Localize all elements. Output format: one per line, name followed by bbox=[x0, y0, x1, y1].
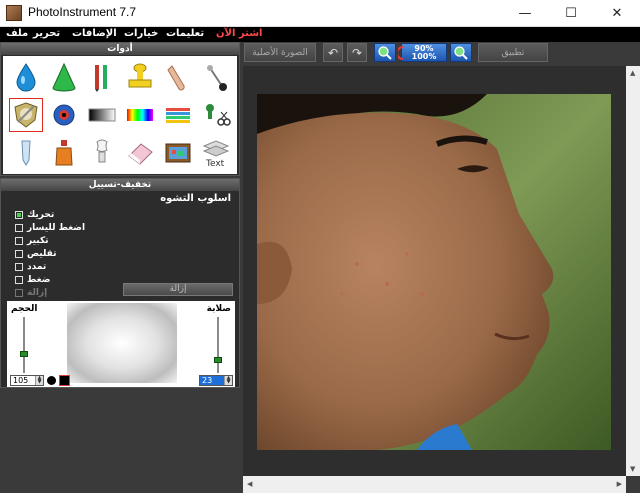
zoom-reset: 100% bbox=[411, 52, 437, 61]
scroll-right-icon[interactable]: ▶ bbox=[617, 480, 622, 488]
undo-button[interactable]: ↶ bbox=[323, 43, 343, 62]
light-bulb-icon[interactable] bbox=[85, 136, 119, 170]
maximize-button[interactable]: ☐ bbox=[548, 0, 594, 27]
zoom-in-icon[interactable] bbox=[374, 43, 396, 62]
hardness-slider[interactable] bbox=[217, 317, 219, 373]
size-slider[interactable] bbox=[23, 317, 25, 373]
text-layers-icon[interactable]: Text bbox=[199, 136, 233, 170]
spinner-arrows-icon[interactable]: ▲ ▼ bbox=[35, 376, 43, 385]
hardness-slider-thumb[interactable] bbox=[214, 357, 222, 363]
zoom-fit-icon[interactable] bbox=[398, 43, 404, 62]
apply-button[interactable]: تطبيق bbox=[478, 43, 548, 62]
window-title: PhotoInstrument 7.7 bbox=[28, 5, 137, 19]
title-bar: PhotoInstrument 7.7 — ☐ ✕ bbox=[0, 0, 640, 27]
params-panel-title: تخفيف-تسييل bbox=[1, 179, 239, 191]
horizontal-scrollbar[interactable]: ◀ ▶ bbox=[243, 476, 626, 493]
hardness-value: 23 bbox=[202, 376, 213, 385]
option-checkbox[interactable] bbox=[15, 224, 23, 232]
scroll-down-icon[interactable]: ▼ bbox=[630, 465, 635, 473]
menu-options[interactable]: خيارات bbox=[124, 28, 158, 39]
eye-icon[interactable] bbox=[47, 98, 81, 132]
zoom-readout[interactable]: 90% 100% bbox=[401, 43, 447, 62]
option-expand[interactable]: تمدد bbox=[15, 261, 46, 273]
hardness-label: صلابة bbox=[206, 304, 231, 314]
tools-panel: أدوات Text bbox=[0, 42, 240, 176]
option-label: إزالة bbox=[27, 288, 48, 298]
remove-button[interactable]: إزالة bbox=[123, 283, 233, 296]
option-label: اضغط لليسار bbox=[27, 223, 86, 233]
clone-scissors-icon[interactable] bbox=[199, 98, 233, 132]
option-checkbox[interactable] bbox=[15, 250, 23, 258]
tools-panel-title: أدوات bbox=[1, 43, 239, 55]
option-checkbox[interactable] bbox=[15, 276, 23, 284]
brush-pencil-icon[interactable] bbox=[85, 60, 119, 94]
option-checkbox[interactable] bbox=[15, 211, 23, 219]
option-push-left[interactable]: اضغط لليسار bbox=[15, 222, 85, 234]
size-spinner[interactable]: 105 ▲ ▼ bbox=[10, 375, 44, 386]
menu-edit[interactable]: تحرير bbox=[33, 28, 60, 39]
menu-file[interactable]: ملف bbox=[6, 28, 28, 39]
rainbow-icon[interactable] bbox=[123, 98, 157, 132]
menu-plugins[interactable]: الإضافات bbox=[72, 28, 117, 39]
gradient-icon[interactable] bbox=[85, 98, 119, 132]
option-checkbox bbox=[15, 289, 23, 297]
option-move[interactable]: تحريك bbox=[15, 209, 54, 221]
option-compress[interactable]: ضغط bbox=[15, 274, 50, 286]
size-value: 105 bbox=[13, 376, 29, 385]
brush-settings: الحجم صلابة 105 ▲ ▼ 23 ▲ ▼ bbox=[7, 301, 235, 387]
tools-grid: Text bbox=[3, 56, 237, 174]
option-label: تكبير bbox=[27, 236, 49, 246]
tv-frame-icon[interactable] bbox=[161, 136, 195, 170]
minimize-button[interactable]: — bbox=[502, 0, 548, 27]
close-button[interactable]: ✕ bbox=[594, 0, 640, 27]
finger-smudge-icon[interactable] bbox=[161, 60, 195, 94]
scroll-left-icon[interactable]: ◀ bbox=[247, 480, 252, 488]
option-label: تمدد bbox=[27, 262, 47, 272]
eraser-icon[interactable] bbox=[123, 136, 157, 170]
shield-smooth-icon[interactable] bbox=[9, 98, 43, 132]
params-panel: تخفيف-تسييل اسلوب التشوه تحريك اضغط لليس… bbox=[0, 178, 240, 388]
mode-title: اسلوب التشوه bbox=[160, 193, 231, 204]
zoom-out-icon[interactable] bbox=[450, 43, 472, 62]
option-shrink[interactable]: تقليص bbox=[15, 248, 56, 260]
cone-icon[interactable] bbox=[47, 60, 81, 94]
square-brush-icon[interactable] bbox=[59, 375, 70, 386]
redo-button[interactable]: ↷ bbox=[347, 43, 367, 62]
original-image-button[interactable]: الصورة الأصلية bbox=[244, 43, 316, 62]
menu-tutorials[interactable]: تعليمات bbox=[166, 28, 204, 39]
spinner-arrows-icon[interactable]: ▲ ▼ bbox=[224, 376, 232, 385]
option-enlarge[interactable]: تكبير bbox=[15, 235, 49, 247]
option-checkbox[interactable] bbox=[15, 263, 23, 271]
hardness-spinner[interactable]: 23 ▲ ▼ bbox=[199, 375, 233, 386]
option-label: تحريك bbox=[27, 210, 55, 220]
pin-handle-icon[interactable] bbox=[199, 60, 233, 94]
svg-text:Text: Text bbox=[205, 159, 225, 168]
scroll-up-icon[interactable]: ▲ bbox=[630, 69, 635, 77]
option-remove: إزالة bbox=[15, 287, 47, 299]
option-label: ضغط bbox=[27, 275, 51, 285]
palette-lines-icon[interactable] bbox=[161, 98, 195, 132]
tube-icon[interactable] bbox=[9, 136, 43, 170]
size-label: الحجم bbox=[11, 304, 38, 314]
vertical-scrollbar[interactable]: ▲ ▼ bbox=[626, 66, 640, 476]
option-label: تقليص bbox=[27, 249, 57, 259]
menu-buy-now[interactable]: اشتر الآن bbox=[216, 28, 262, 39]
perfume-bottle-icon[interactable] bbox=[47, 136, 81, 170]
image-canvas[interactable] bbox=[243, 66, 626, 476]
stamp-icon[interactable] bbox=[123, 60, 157, 94]
brush-preview bbox=[67, 303, 177, 383]
menu-bar: ملف تحرير الإضافات خيارات تعليمات اشتر ا… bbox=[0, 27, 640, 42]
app-icon bbox=[6, 5, 22, 21]
option-checkbox[interactable] bbox=[15, 237, 23, 245]
round-brush-icon[interactable] bbox=[47, 376, 56, 385]
water-drop-icon[interactable] bbox=[9, 60, 43, 94]
size-slider-thumb[interactable] bbox=[20, 351, 28, 357]
portrait-photo[interactable] bbox=[257, 94, 611, 450]
